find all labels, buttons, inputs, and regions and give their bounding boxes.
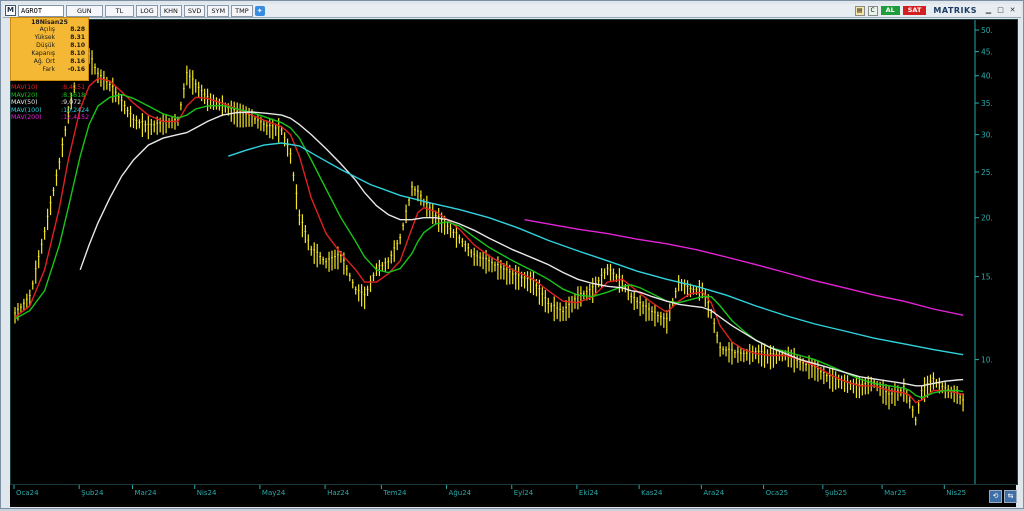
buy-button[interactable]: AL	[880, 6, 900, 15]
chart-window: M AGROT GUN TL LOG KHN SVD SYM TMP ✦ ▤ C…	[0, 0, 1024, 509]
info-value: 8.31	[70, 34, 85, 41]
resize-icon[interactable]: ⇆	[1004, 490, 1017, 503]
brand-label: MATRIKS	[933, 6, 977, 15]
period-button[interactable]: GUN	[66, 4, 103, 17]
x-tick-label: Şub24	[81, 489, 104, 497]
y-tick-label: 35.	[981, 99, 993, 108]
sell-button[interactable]: SAT	[902, 6, 927, 15]
legend-mav10: MAV(10) :8,4151	[11, 84, 89, 92]
ohlc-info-box: 18Nisan25 Açılış 8.28 Yüksek 8.31 Düşük 8.1…	[10, 17, 89, 81]
moving-average-legend: MAV(10) :8,4151 MAV(20) :8,5618 MAV(50) :9,…	[11, 84, 89, 122]
x-tick-label: Haz24	[327, 489, 350, 497]
x-tick-label: Kas24	[641, 489, 663, 497]
y-tick-label: 25.	[981, 168, 993, 177]
price-chart[interactable]: 50. 45. 40. 35. 30. 25. 20. 15. 10.	[11, 20, 1017, 484]
info-label: Açılış	[39, 26, 55, 33]
info-value: -0.16	[67, 66, 85, 73]
info-label: Düşük	[36, 42, 55, 49]
legend-value: :8,5618	[61, 91, 86, 99]
info-label: Kapanış	[31, 50, 55, 57]
c-button[interactable]: C	[867, 5, 878, 16]
info-value: 8.10	[70, 50, 85, 57]
legend-name: MAV(10)	[11, 84, 38, 91]
legend-name: MAV(50)	[11, 99, 38, 106]
y-tick-label: 15.	[981, 273, 993, 282]
info-row-high: Yüksek 8.31	[11, 34, 88, 42]
x-tick-label: Ara24	[703, 489, 724, 497]
log-button[interactable]: LOG	[136, 4, 158, 17]
toolbar-right: ▤ C AL SAT MATRIKS ▁ □ ✕	[854, 4, 1017, 17]
series-line-mav20	[14, 93, 964, 399]
x-tick-label: May24	[262, 489, 286, 497]
info-row-avg: Ağ. Ort 8.16	[11, 58, 88, 66]
legend-mav50: MAV(50) :9,072	[11, 99, 89, 107]
x-tick-label: Ağu24	[449, 489, 472, 497]
legend-value: :12,4152	[61, 114, 90, 121]
x-tick-label: Mar24	[135, 489, 158, 497]
sym-button[interactable]: SYM	[207, 4, 230, 17]
chart-plot-area[interactable]: 50. 45. 40. 35. 30. 25. 20. 15. 10.	[10, 19, 1018, 485]
legend-mav100: MAV(100) :10,2424	[11, 107, 89, 115]
matriks-logo-icon: M	[5, 5, 16, 16]
note-icon[interactable]: ▤	[854, 5, 865, 16]
y-tick-label: 50.	[981, 26, 993, 35]
x-tick-label: Oca24	[16, 489, 39, 497]
x-tick-label: Tem24	[382, 489, 407, 497]
navigation-controls: ⟲ ⇆	[989, 490, 1017, 503]
svd-button[interactable]: SVD	[183, 4, 206, 17]
khn-button[interactable]: KHN	[159, 4, 182, 17]
info-date: 18Nisan25	[31, 19, 68, 26]
x-tick-label: Nis25	[946, 489, 966, 497]
info-row-low: Düşük 8.10	[11, 42, 88, 50]
x-tick-label: Eki24	[579, 489, 599, 497]
y-tick-label: 20.	[981, 214, 993, 223]
info-value: 8.28	[70, 26, 85, 33]
legend-name: MAV(20)	[11, 91, 38, 99]
x-axis: Oca24 Şub24 Mar24 Nis24 May24 Haz24 Tem24 Ağu24…	[13, 485, 966, 497]
y-tick-label: 30.	[981, 131, 993, 140]
series-line-mav50	[79, 111, 964, 387]
toolbar-left: M AGROT GUN TL LOG KHN SVD SYM TMP ✦	[5, 4, 265, 17]
info-row-close: Kapanış 8.10	[11, 50, 88, 58]
info-row-open: Açılış 8.28	[11, 26, 88, 34]
tmp-button[interactable]: TMP	[231, 4, 253, 17]
info-label: Fark	[42, 66, 55, 73]
twitter-icon[interactable]: ✦	[254, 5, 265, 16]
x-tick-label: Nis24	[197, 489, 217, 497]
legend-name: MAV(200)	[11, 114, 42, 121]
x-tick-label: Mar25	[884, 489, 906, 497]
legend-value: :8,4151	[61, 84, 86, 91]
chart-toolbar: M AGROT GUN TL LOG KHN SVD SYM TMP ✦ ▤ C…	[3, 4, 1021, 18]
info-value: 8.16	[70, 58, 85, 65]
y-tick-label: 10.	[981, 356, 993, 365]
info-label: Yüksek	[34, 34, 55, 41]
symbol-input[interactable]: AGROT	[18, 4, 64, 17]
info-value: 8.10	[70, 42, 85, 49]
info-row-change: Fark -0.16	[11, 66, 88, 74]
x-tick-label: Oca25	[766, 489, 789, 497]
legend-value: :10,2424	[61, 106, 90, 114]
sync-icon[interactable]: ⟲	[989, 490, 1002, 503]
currency-button[interactable]: TL	[104, 4, 135, 17]
legend-name: MAV(100)	[11, 106, 42, 114]
legend-mav200: MAV(200) :12,4152	[11, 114, 89, 122]
x-tick-label: Eyl24	[514, 489, 534, 497]
x-tick-label: Şub25	[825, 489, 847, 497]
close-icon[interactable]: ✕	[1008, 6, 1017, 15]
legend-mav20: MAV(20) :8,5618	[11, 92, 89, 100]
minimize-icon[interactable]: ▁	[984, 6, 993, 15]
info-label: Ağ. Ort	[33, 58, 55, 65]
y-tick-label: 40.	[981, 72, 993, 81]
candles-group	[14, 46, 964, 426]
maximize-icon[interactable]: □	[996, 6, 1005, 15]
y-tick-label: 45.	[981, 48, 993, 57]
legend-value: :9,072	[61, 99, 82, 106]
time-axis-bar: Oca24 Şub24 Mar24 Nis24 May24 Haz24 Tem24 Ağu24…	[10, 485, 1016, 507]
